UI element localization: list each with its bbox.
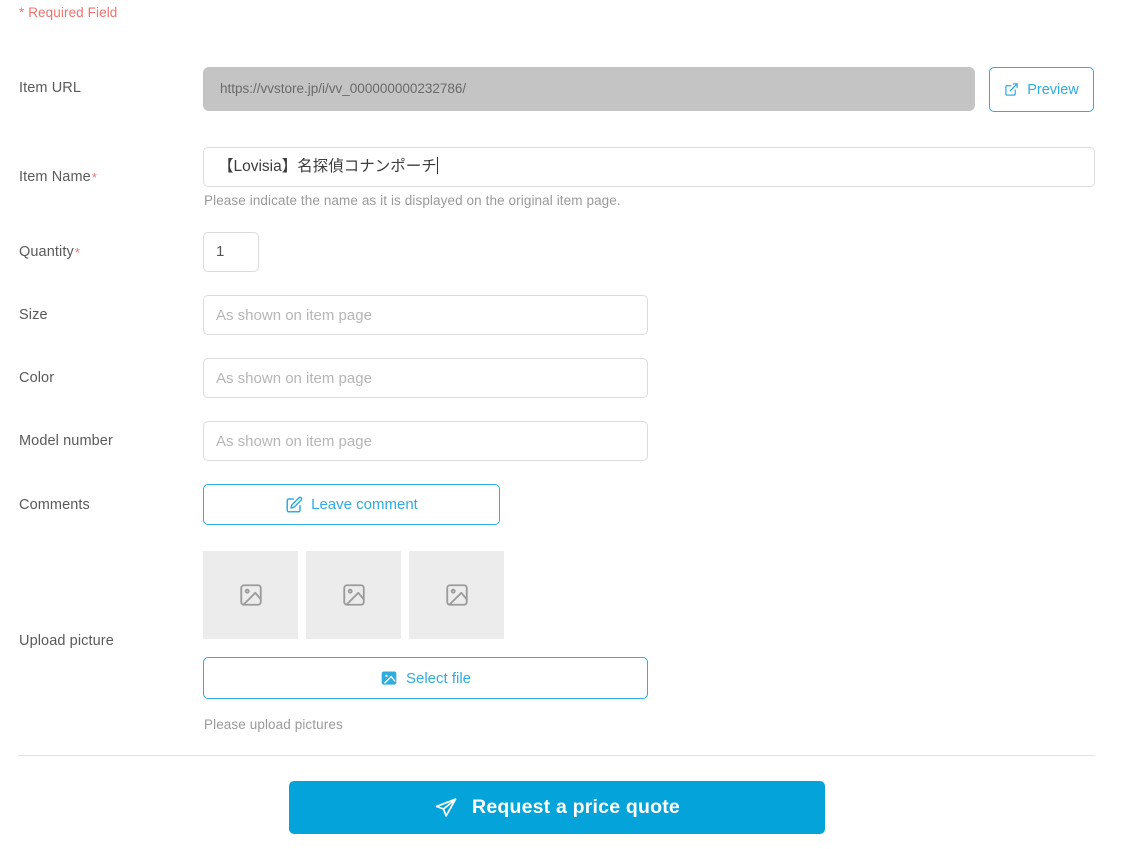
size-input[interactable] bbox=[203, 295, 648, 335]
select-file-button[interactable]: Select file bbox=[203, 657, 648, 699]
item-url-input[interactable]: https://vvstore.jp/i/vv_000000000232786/ bbox=[203, 67, 975, 111]
item-name-required-marker: * bbox=[91, 170, 97, 185]
text-cursor bbox=[436, 157, 438, 174]
image-placeholder-icon bbox=[341, 582, 367, 608]
image-placeholder-icon bbox=[444, 582, 470, 608]
request-price-quote-label: Request a price quote bbox=[472, 796, 680, 818]
item-name-value: 【Lovisia】名探偵コナンポーチ bbox=[218, 158, 437, 175]
item-url-label: Item URL bbox=[19, 80, 82, 96]
section-divider bbox=[18, 755, 1095, 756]
thumbnail-slot[interactable] bbox=[306, 551, 401, 639]
edit-square-icon bbox=[285, 496, 303, 514]
image-placeholder-icon bbox=[238, 582, 264, 608]
preview-button-label: Preview bbox=[1027, 81, 1079, 98]
model-number-label: Model number bbox=[19, 433, 113, 449]
thumbnail-slot[interactable] bbox=[409, 551, 504, 639]
preview-button[interactable]: Preview bbox=[989, 67, 1094, 112]
leave-comment-button-label: Leave comment bbox=[311, 496, 418, 513]
color-input[interactable] bbox=[203, 358, 648, 398]
required-field-note: * Required Field bbox=[19, 5, 118, 20]
request-price-quote-button[interactable]: Request a price quote bbox=[289, 781, 825, 834]
leave-comment-button[interactable]: Leave comment bbox=[203, 484, 500, 525]
quote-request-form: * Required Field Item URL https://vvstor… bbox=[0, 0, 1127, 849]
item-name-label: Item Name* bbox=[19, 169, 97, 185]
send-icon bbox=[434, 796, 458, 820]
item-name-hint: Please indicate the name as it is displa… bbox=[204, 193, 621, 208]
comments-label: Comments bbox=[19, 497, 90, 513]
size-label: Size bbox=[19, 307, 48, 323]
quantity-input[interactable]: 1 bbox=[203, 232, 259, 272]
quantity-label: Quantity* bbox=[19, 244, 80, 260]
image-icon bbox=[380, 669, 398, 687]
thumbnail-slot[interactable] bbox=[203, 551, 298, 639]
item-name-input[interactable]: 【Lovisia】名探偵コナンポーチ bbox=[203, 147, 1095, 187]
uploaded-thumbnails bbox=[203, 551, 504, 639]
model-number-input[interactable] bbox=[203, 421, 648, 461]
upload-picture-label: Upload picture bbox=[19, 633, 114, 649]
color-label: Color bbox=[19, 370, 55, 386]
upload-picture-hint: Please upload pictures bbox=[204, 717, 343, 732]
external-link-icon bbox=[1004, 82, 1019, 97]
select-file-button-label: Select file bbox=[405, 669, 472, 687]
quantity-required-marker: * bbox=[74, 245, 80, 260]
